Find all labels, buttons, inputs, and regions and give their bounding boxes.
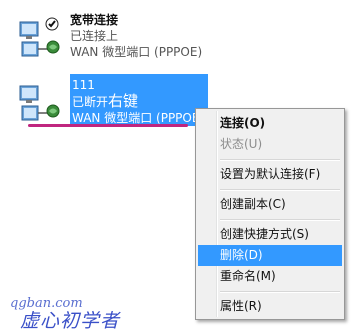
menu-item-status: 状态(U) — [220, 137, 263, 151]
menu-separator — [220, 189, 340, 191]
connection-status: 已断开右键 — [72, 93, 206, 110]
menu-item-create-shortcut[interactable]: 创建快捷方式(S) — [198, 224, 342, 245]
menu-item-delete[interactable]: 删除(D) — [198, 245, 342, 266]
annotation-underline — [28, 124, 188, 127]
menu-item-properties[interactable]: 属性(R) — [198, 296, 342, 317]
menu-item-copy[interactable]: 创建副本(C) — [198, 194, 342, 215]
network-connection-icon — [19, 17, 60, 57]
selected-connection-label: 111 已断开右键 WAN 微型端口 (PPPOE) — [70, 74, 208, 126]
menu-separator — [220, 219, 340, 221]
menu-separator — [220, 291, 340, 293]
connection-status-text: 已断开 — [72, 95, 109, 109]
network-connection-icon — [19, 85, 60, 121]
menu-separator — [220, 159, 340, 161]
connection-item-broadband[interactable]: 宽带连接 已连接上 WAN 微型端口 (PPPOE) — [10, 10, 210, 70]
menu-item-connect[interactable]: 连接(O) — [198, 113, 342, 134]
connection-name: 宽带连接 — [70, 13, 119, 27]
connection-device: WAN 微型端口 (PPPOE) — [70, 45, 203, 59]
menu-item-set-default[interactable]: 设置为默认连接(F) — [198, 164, 342, 185]
menu-item-rename[interactable]: 重命名(M) — [198, 266, 342, 287]
connection-name: 111 — [72, 78, 95, 92]
context-menu: 连接(O) 状态(U) 设置为默认连接(F) 创建副本(C) 创建快捷方式(S)… — [195, 108, 345, 320]
right-click-annotation: 右键 — [108, 92, 139, 110]
connection-status: 已连接上 — [70, 29, 119, 43]
watermark-text: 虚心初学者 — [20, 310, 121, 332]
